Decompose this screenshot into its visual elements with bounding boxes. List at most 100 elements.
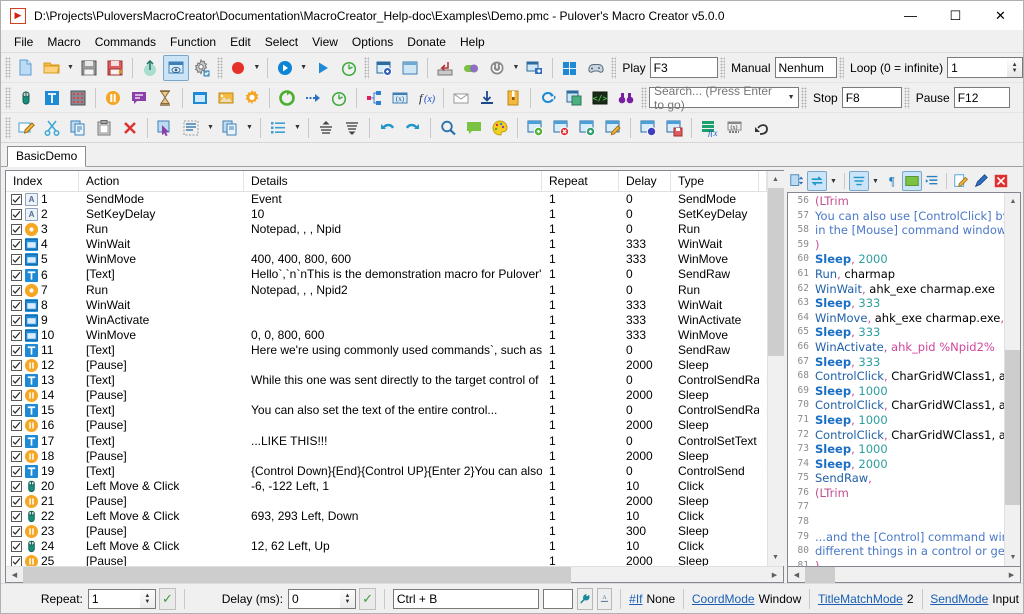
rename-window-icon[interactable] bbox=[600, 115, 626, 141]
row-delay-cell[interactable]: 0 bbox=[619, 343, 671, 358]
add-window-icon[interactable] bbox=[522, 115, 548, 141]
code-horizontal-scrollbar[interactable]: ◀ ▶ bbox=[787, 567, 1021, 583]
branch-icon[interactable] bbox=[361, 85, 387, 111]
row-repeat-cell[interactable]: 1 bbox=[542, 313, 619, 328]
row-checkbox[interactable] bbox=[11, 270, 22, 281]
palette-icon[interactable] bbox=[487, 115, 513, 141]
row-details-cell[interactable]: 12, 62 Left, Up bbox=[244, 539, 542, 554]
table-row[interactable]: 24Left Move & Click12, 62 Left, Up110Cli… bbox=[6, 539, 767, 554]
row-index-cell[interactable]: 11 bbox=[6, 343, 79, 358]
row-delay-cell[interactable]: 300 bbox=[619, 524, 671, 539]
code-line[interactable]: ControlClick, CharGridWClass1, ah bbox=[812, 428, 1004, 443]
row-cont-cell[interactable] bbox=[759, 388, 767, 403]
list-column-header[interactable]: Action bbox=[79, 171, 244, 191]
row-cont-cell[interactable] bbox=[759, 252, 767, 267]
row-repeat-cell[interactable]: 1 bbox=[542, 539, 619, 554]
menu-select[interactable]: Select bbox=[258, 33, 305, 51]
list-scroll-track[interactable] bbox=[768, 188, 784, 549]
move-up-icon[interactable] bbox=[313, 115, 339, 141]
row-action-cell[interactable]: [Text] bbox=[79, 267, 244, 282]
code-line[interactable]: Run, charmap bbox=[812, 267, 1004, 282]
window-icon[interactable] bbox=[397, 55, 423, 81]
row-index-cell[interactable]: 21 bbox=[6, 494, 79, 509]
duplicate-icon[interactable] bbox=[217, 115, 243, 141]
row-index-cell[interactable]: 18 bbox=[6, 449, 79, 464]
table-row[interactable]: 4WinWait1333WinWait bbox=[6, 237, 767, 252]
row-action-cell[interactable]: Left Move & Click bbox=[79, 479, 244, 494]
row-index-cell[interactable]: 14 bbox=[6, 388, 79, 403]
code-scroll-down-arrow[interactable]: ▼ bbox=[1005, 549, 1021, 566]
text-command-icon[interactable] bbox=[39, 85, 65, 111]
menu-file[interactable]: File bbox=[7, 33, 40, 51]
row-index-cell[interactable]: 3 bbox=[6, 222, 79, 237]
row-index-cell[interactable]: 9 bbox=[6, 313, 79, 328]
row-delay-cell[interactable]: 2000 bbox=[619, 449, 671, 464]
row-type-cell[interactable]: WinMove bbox=[671, 252, 759, 267]
code-line[interactable]: Sleep, 1000 bbox=[812, 442, 1004, 457]
timer-icon[interactable] bbox=[336, 55, 362, 81]
row-cont-cell[interactable] bbox=[759, 449, 767, 464]
hourglass-icon[interactable] bbox=[152, 85, 178, 111]
list-column-header[interactable]: Delay bbox=[619, 171, 671, 191]
row-action-cell[interactable]: Run bbox=[79, 222, 244, 237]
row-repeat-cell[interactable]: 1 bbox=[542, 328, 619, 343]
row-cont-cell[interactable] bbox=[759, 283, 767, 298]
row-repeat-cell[interactable]: 1 bbox=[542, 479, 619, 494]
row-action-cell[interactable]: Run bbox=[79, 283, 244, 298]
code-line[interactable] bbox=[812, 500, 1004, 515]
code-line[interactable]: WinWait, ahk_exe charmap.exe bbox=[812, 282, 1004, 297]
row-cont-cell[interactable]: Edit1 bbox=[759, 434, 767, 449]
titlematchmode-link[interactable]: TitleMatchMode bbox=[818, 592, 903, 606]
code-indent-icon[interactable] bbox=[922, 171, 942, 191]
row-action-cell[interactable]: WinActivate bbox=[79, 313, 244, 328]
list-hscroll-thumb[interactable] bbox=[23, 567, 571, 583]
table-row[interactable]: 13[Text]While this one was sent directly… bbox=[6, 373, 767, 388]
row-delay-cell[interactable]: 2000 bbox=[619, 418, 671, 433]
row-cont-cell[interactable]: Edit1 bbox=[759, 403, 767, 418]
table-row[interactable]: 8WinWait1333WinWait bbox=[6, 298, 767, 313]
row-type-cell[interactable]: Sleep bbox=[671, 388, 759, 403]
comment-icon[interactable] bbox=[461, 115, 487, 141]
row-checkbox[interactable] bbox=[11, 556, 22, 566]
select-arrow-icon[interactable] bbox=[152, 115, 178, 141]
row-checkbox[interactable] bbox=[11, 451, 22, 462]
row-type-cell[interactable]: SendRaw bbox=[671, 267, 759, 282]
row-delay-cell[interactable]: 0 bbox=[619, 373, 671, 388]
duplicate-dropdown-arrow[interactable]: ▼ bbox=[243, 115, 256, 141]
row-checkbox[interactable] bbox=[11, 420, 22, 431]
row-action-cell[interactable]: [Pause] bbox=[79, 554, 244, 566]
row-index-cell[interactable]: 19 bbox=[6, 464, 79, 479]
row-cont-cell[interactable]: Edit1 bbox=[759, 464, 767, 479]
stop-grip[interactable] bbox=[801, 87, 807, 109]
code-wrap-icon[interactable] bbox=[849, 171, 869, 191]
code-pen-icon[interactable] bbox=[971, 171, 991, 191]
select-lines-icon[interactable] bbox=[178, 115, 204, 141]
row-details-cell[interactable]: While this one was sent directly to the … bbox=[244, 373, 542, 388]
row-index-cell[interactable]: 12 bbox=[6, 358, 79, 373]
loop-spinner[interactable]: ▲▼ bbox=[947, 57, 1023, 78]
table-row[interactable]: 19[Text]{Control Down}{End}{Control UP}{… bbox=[6, 464, 767, 479]
code-scroll-thumb[interactable] bbox=[1005, 350, 1021, 505]
table-row[interactable]: 6[Text]Hello`,`n`nThis is the demonstrat… bbox=[6, 267, 767, 282]
manual-hotkey-input[interactable] bbox=[775, 57, 837, 78]
row-checkbox[interactable] bbox=[11, 405, 22, 416]
row-cont-cell[interactable] bbox=[759, 358, 767, 373]
message-box-icon[interactable] bbox=[126, 85, 152, 111]
variables-lock-icon[interactable]: (x) bbox=[722, 115, 748, 141]
row-delay-cell[interactable]: 2000 bbox=[619, 554, 671, 566]
menu-edit[interactable]: Edit bbox=[223, 33, 258, 51]
commands-grip[interactable] bbox=[5, 87, 11, 109]
row-type-cell[interactable]: Click bbox=[671, 479, 759, 494]
list-column-header[interactable]: Cont bbox=[759, 171, 767, 191]
code-line[interactable]: WinMove, ahk_exe charmap.exe,, bbox=[812, 311, 1004, 326]
mouse-icon[interactable] bbox=[13, 85, 39, 111]
row-cont-cell[interactable] bbox=[759, 418, 767, 433]
row-delay-cell[interactable]: 0 bbox=[619, 207, 671, 222]
toolbar-grip-6[interactable] bbox=[839, 57, 845, 79]
code-line[interactable]: Sleep, 1000 bbox=[812, 413, 1004, 428]
row-details-cell[interactable] bbox=[244, 494, 542, 509]
window-command-icon[interactable] bbox=[187, 85, 213, 111]
row-cont-cell[interactable] bbox=[759, 192, 767, 207]
row-delay-cell[interactable]: 10 bbox=[619, 479, 671, 494]
row-cont-cell[interactable] bbox=[759, 298, 767, 313]
